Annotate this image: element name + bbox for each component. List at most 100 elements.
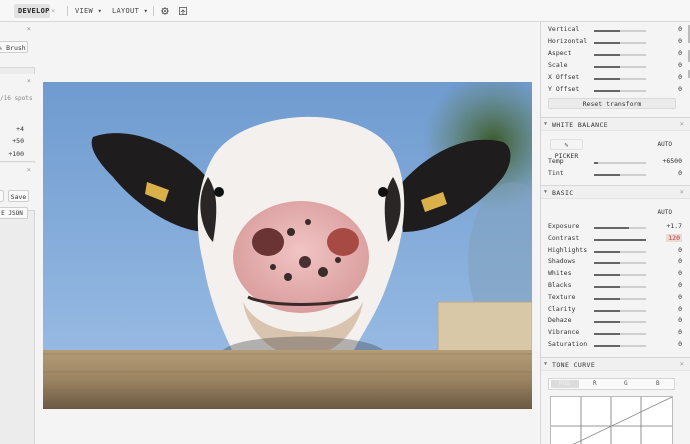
reset-transform-button[interactable]: Reset transform (548, 98, 676, 109)
tab-rgb[interactable]: RGB (559, 380, 570, 387)
slider-x-offset[interactable]: X Offset 0 (548, 73, 682, 85)
slider-track[interactable] (594, 30, 646, 32)
slider-label: Horizontal (548, 37, 588, 45)
close-icon[interactable]: × (680, 360, 684, 368)
value-readout: +50 (12, 137, 24, 145)
brush-label: Brush (6, 44, 26, 52)
slider-aspect[interactable]: Aspect 0 (548, 49, 682, 61)
slider-value: 0 (678, 304, 682, 313)
slider-track[interactable] (594, 78, 646, 80)
slider-label: Whites (548, 269, 572, 278)
wb-auto-button[interactable]: AUTO (658, 141, 672, 148)
slider-value: +6500 (662, 157, 682, 165)
slider-vibrance[interactable]: Vibrance 0 (548, 328, 682, 340)
slider-track[interactable] (594, 345, 646, 347)
slider-track[interactable] (594, 54, 646, 56)
slider-y-offset[interactable]: Y Offset 0 (548, 85, 682, 97)
tab-b[interactable]: B (656, 380, 660, 387)
slider-label: Vibrance (548, 328, 580, 337)
photo-canvas[interactable] (35, 22, 540, 444)
slider-value: 0 (678, 37, 682, 45)
slider-fill (594, 78, 620, 80)
white-balance-header[interactable]: ▼ WHITE BALANCE × (541, 117, 690, 131)
slider-fill (594, 30, 620, 32)
view-menu[interactable]: VIEW ▾ (75, 4, 102, 18)
section-title: TONE CURVE (552, 361, 596, 369)
slider-track[interactable] (594, 238, 646, 241)
slider-vertical[interactable]: Vertical 0 (548, 25, 682, 37)
slider-track[interactable] (594, 227, 646, 229)
slider-track[interactable] (594, 309, 646, 312)
develop-tab[interactable]: DEVELOP (14, 4, 50, 18)
slider-temp[interactable]: Temp +6500 (548, 157, 682, 169)
slider-highlights[interactable]: Highlights 0 (548, 246, 682, 258)
develop-close-icon[interactable]: × (51, 4, 56, 18)
slider-value: 0 (678, 169, 682, 177)
slider-label: X Offset (548, 73, 580, 81)
slider-value: 0 (678, 281, 682, 289)
slider-shadows[interactable]: Shadows 0 (548, 257, 682, 269)
slider-exposure[interactable]: Exposure +1.7 (548, 222, 682, 234)
close-icon[interactable]: × (27, 25, 31, 33)
slider-fill (594, 238, 646, 241)
spots-section: × /16 spots +4 +50 +100 (0, 74, 35, 162)
slider-scale[interactable]: Scale 0 (548, 61, 682, 73)
slider-track[interactable] (594, 42, 646, 44)
slider-tint[interactable]: Tint 0 (548, 169, 682, 181)
slider-track[interactable] (594, 297, 646, 300)
close-icon[interactable]: × (680, 188, 684, 196)
tab-g[interactable]: G (624, 380, 628, 387)
slider-fill (594, 345, 620, 347)
slider-fill (594, 174, 620, 176)
slider-fill (594, 66, 620, 68)
basic-header[interactable]: ▼ BASIC × (541, 185, 690, 199)
export-json-button[interactable]: E JSON (0, 207, 28, 219)
slider-track[interactable] (594, 286, 646, 288)
close-icon[interactable]: × (27, 166, 31, 174)
tone-curve-graph[interactable] (550, 396, 673, 444)
collapse-icon[interactable]: ▼ (544, 189, 547, 195)
photo-preview[interactable] (43, 82, 532, 409)
tone-curve-header[interactable]: ▼ TONE CURVE × (541, 357, 690, 371)
close-icon[interactable]: × (27, 77, 31, 85)
preset-name-input[interactable] (0, 190, 4, 202)
top-toolbar: DEVELOP × VIEW ▾ LAYOUT ▾ (0, 0, 690, 22)
export-icon[interactable] (179, 7, 187, 15)
slider-clarity[interactable]: Clarity 0 (548, 305, 682, 317)
slider-track[interactable] (594, 162, 646, 164)
slider-track[interactable] (594, 250, 646, 253)
slider-horizontal[interactable]: Horizontal 0 (548, 37, 682, 49)
slider-dehaze[interactable]: Dehaze 0 (548, 316, 682, 328)
slider-value: 0 (678, 85, 682, 93)
layout-menu[interactable]: LAYOUT ▾ (112, 4, 148, 18)
slider-label: Texture (548, 292, 576, 301)
slider-track[interactable] (594, 66, 646, 68)
slider-texture[interactable]: Texture 0 (548, 293, 682, 305)
slider-blacks[interactable]: Blacks 0 (548, 281, 682, 293)
slider-track[interactable] (594, 274, 646, 277)
curve-channel-tabs: RGB R G B (548, 378, 675, 390)
slider-contrast[interactable]: Contrast 120 (548, 233, 682, 246)
gear-icon[interactable] (161, 7, 169, 15)
slider-value: 120 (666, 233, 682, 242)
close-icon[interactable]: × (680, 120, 684, 128)
slider-fill (594, 162, 599, 164)
brush-button[interactable]: ✎ Brush (0, 41, 28, 53)
slider-saturation[interactable]: Saturation 0 (548, 340, 682, 352)
slider-whites[interactable]: Whites 0 (548, 269, 682, 281)
slider-fill (594, 309, 620, 312)
slider-track[interactable] (594, 333, 646, 336)
picker-button[interactable]: ✎ PICKER (550, 139, 583, 160)
collapse-icon[interactable]: ▼ (544, 121, 547, 127)
collapse-icon[interactable]: ▼ (544, 361, 547, 367)
slider-track[interactable] (594, 174, 646, 176)
tab-r[interactable]: R (593, 380, 597, 387)
slider-fill (594, 321, 620, 324)
slider-label: Temp (548, 157, 564, 165)
slider-track[interactable] (594, 262, 646, 265)
slider-track[interactable] (594, 321, 646, 324)
basic-auto-button[interactable]: AUTO (658, 209, 672, 216)
save-button[interactable]: Save (8, 190, 29, 202)
section-title: BASIC (552, 189, 574, 197)
slider-track[interactable] (594, 90, 646, 92)
